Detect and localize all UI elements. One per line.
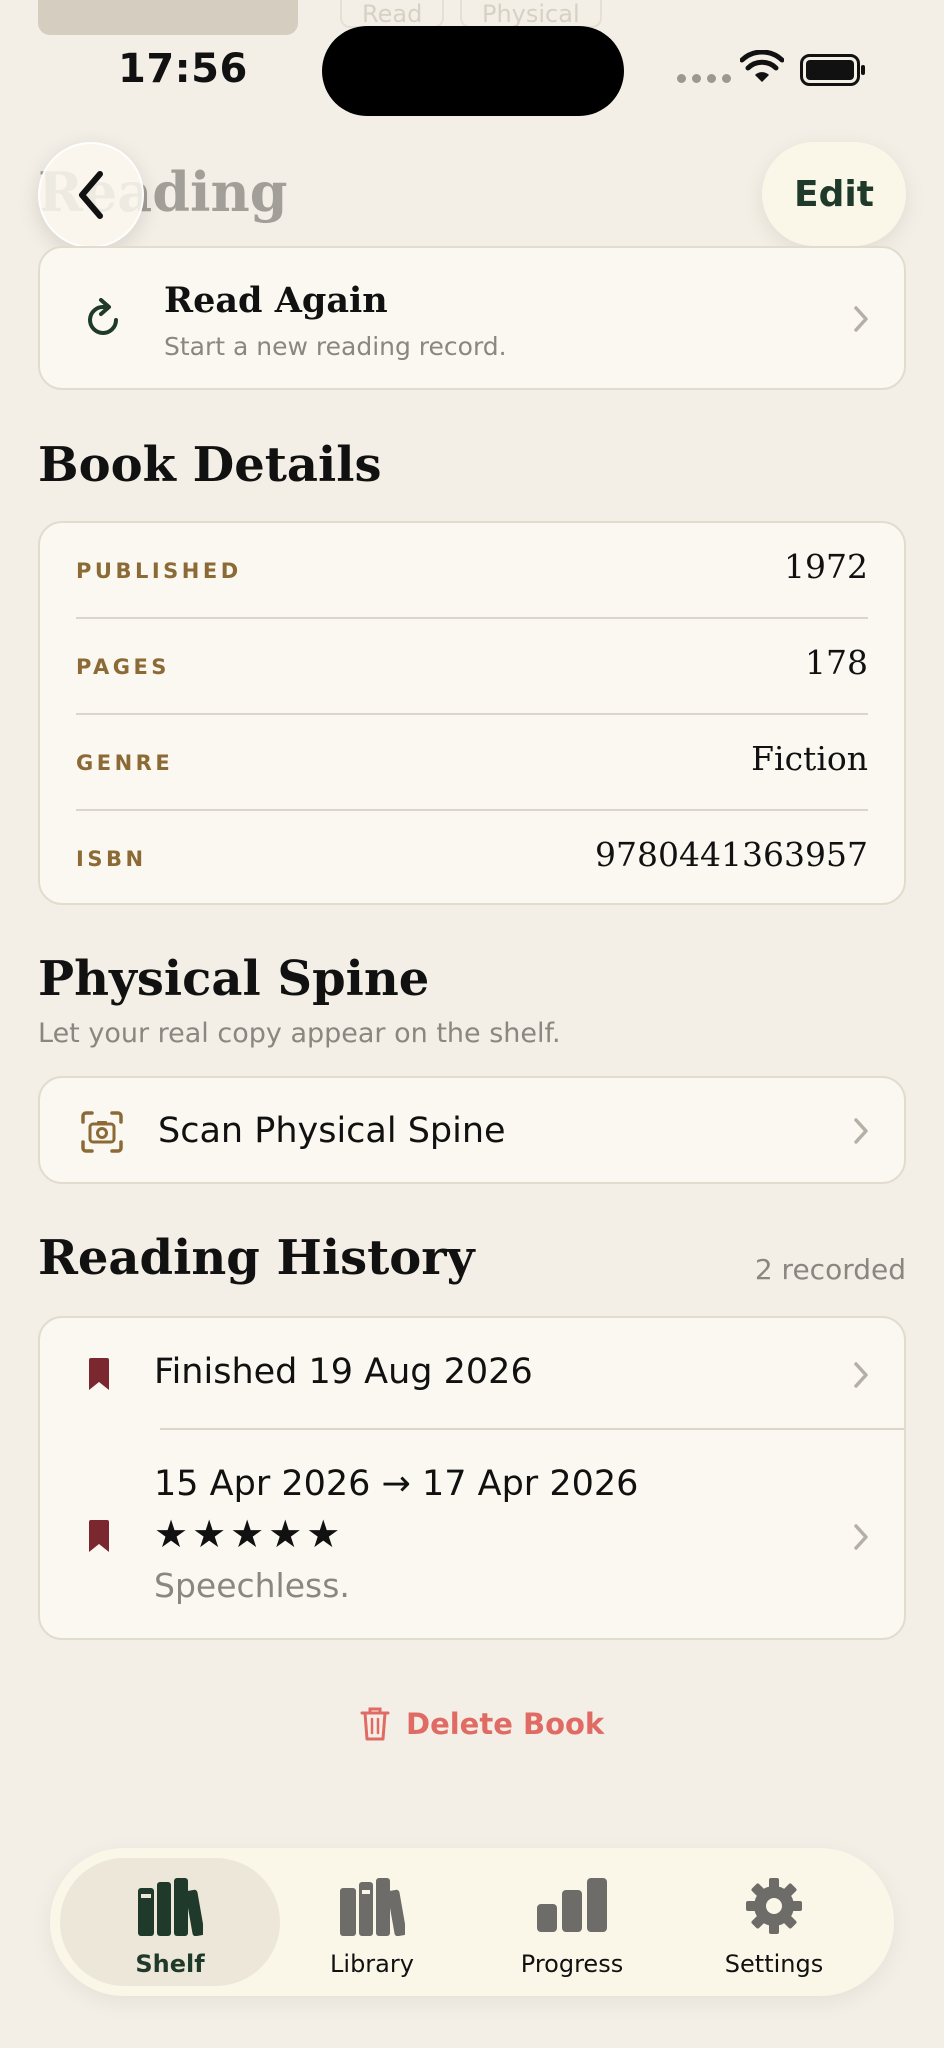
star-rating: ★★★★★: [154, 1512, 345, 1556]
battery-icon: [800, 54, 865, 86]
detail-label: GENRE: [76, 751, 174, 775]
tab-label: Library: [330, 1950, 414, 1978]
scan-physical-spine-label: Scan Physical Spine: [158, 1111, 506, 1151]
tab-settings[interactable]: Settings: [664, 1858, 884, 1986]
dynamic-island: [322, 26, 624, 116]
read-again-title: Read Again: [164, 280, 388, 321]
book-detail-screen: { "top_remnants": { "pill_read": "Read",…: [0, 0, 944, 2048]
detail-value: 1972: [784, 547, 868, 586]
tab-label: Progress: [520, 1950, 624, 1978]
tab-label: Settings: [724, 1950, 824, 1978]
history-entry-note: Speechless.: [154, 1566, 350, 1605]
detail-row-genre: GENRE Fiction: [76, 715, 868, 811]
gear-icon: [746, 1878, 802, 1934]
book-details-card: PUBLISHED 1972 PAGES 178 GENRE Fiction I…: [38, 521, 906, 905]
cover-thumbnail-remnant: [38, 0, 298, 35]
shelf-icon: [138, 1878, 203, 1936]
chevron-right-icon: [854, 1118, 868, 1144]
camera-scan-icon: [81, 1111, 123, 1153]
delete-book-label: Delete Book: [406, 1707, 605, 1741]
chevron-left-icon: [79, 171, 103, 219]
back-button[interactable]: [38, 142, 144, 248]
physical-spine-subtitle: Let your real copy appear on the shelf.: [38, 1018, 561, 1049]
refresh-icon: [88, 298, 118, 335]
bookmark-icon: [89, 1520, 109, 1552]
trash-icon: [360, 1707, 390, 1741]
reading-history-heading: Reading History: [38, 1230, 475, 1286]
reading-history-count: 2 recorded: [754, 1253, 906, 1286]
edit-button[interactable]: Edit: [762, 142, 906, 246]
chevron-right-icon: [854, 1362, 868, 1388]
progress-icon: [537, 1878, 607, 1932]
detail-label: ISBN: [76, 847, 147, 871]
pill-read-remnant: Read: [340, 0, 445, 28]
detail-label: PAGES: [76, 655, 170, 679]
read-again-row[interactable]: Read Again Start a new reading record.: [38, 246, 906, 390]
detail-value: 178: [805, 643, 868, 682]
tab-library[interactable]: Library: [262, 1858, 482, 1986]
reading-history-card: Finished 19 Aug 2026 15 Apr 2026 → 17 Ap…: [38, 1316, 906, 1640]
wifi-icon: [740, 50, 784, 82]
status-time: 17:56: [118, 46, 248, 92]
history-entry-text: Finished 19 Aug 2026: [154, 1352, 533, 1392]
chevron-right-icon: [854, 1524, 868, 1550]
history-entry-text: 15 Apr 2026 → 17 Apr 2026: [154, 1464, 639, 1504]
tab-label: Shelf: [135, 1950, 205, 1978]
detail-label: PUBLISHED: [76, 559, 242, 583]
chevron-right-icon: [854, 306, 868, 332]
book-details-heading: Book Details: [38, 437, 382, 493]
detail-value: Fiction: [751, 739, 868, 778]
detail-row-pages: PAGES 178: [76, 619, 868, 715]
tab-shelf[interactable]: Shelf: [60, 1858, 280, 1986]
history-entry[interactable]: Finished 19 Aug 2026: [40, 1318, 904, 1430]
pill-physical-remnant: Physical: [460, 0, 602, 28]
library-icon: [340, 1878, 405, 1936]
detail-row-isbn: ISBN 9780441363957: [76, 811, 868, 907]
detail-row-published: PUBLISHED 1972: [76, 523, 868, 619]
delete-book-button[interactable]: Delete Book: [360, 1706, 604, 1742]
read-again-subtitle: Start a new reading record.: [164, 332, 507, 361]
scan-physical-spine-button[interactable]: Scan Physical Spine: [38, 1076, 906, 1184]
history-entry[interactable]: 15 Apr 2026 → 17 Apr 2026 ★★★★★ Speechle…: [40, 1430, 904, 1640]
tab-bar: Shelf Library Progress Settings: [50, 1848, 894, 1996]
tab-progress[interactable]: Progress: [462, 1858, 682, 1986]
detail-value: 9780441363957: [595, 835, 868, 874]
physical-spine-heading: Physical Spine: [38, 951, 430, 1007]
bookmark-icon: [89, 1358, 109, 1390]
cellular-signal-icon: [677, 74, 731, 83]
